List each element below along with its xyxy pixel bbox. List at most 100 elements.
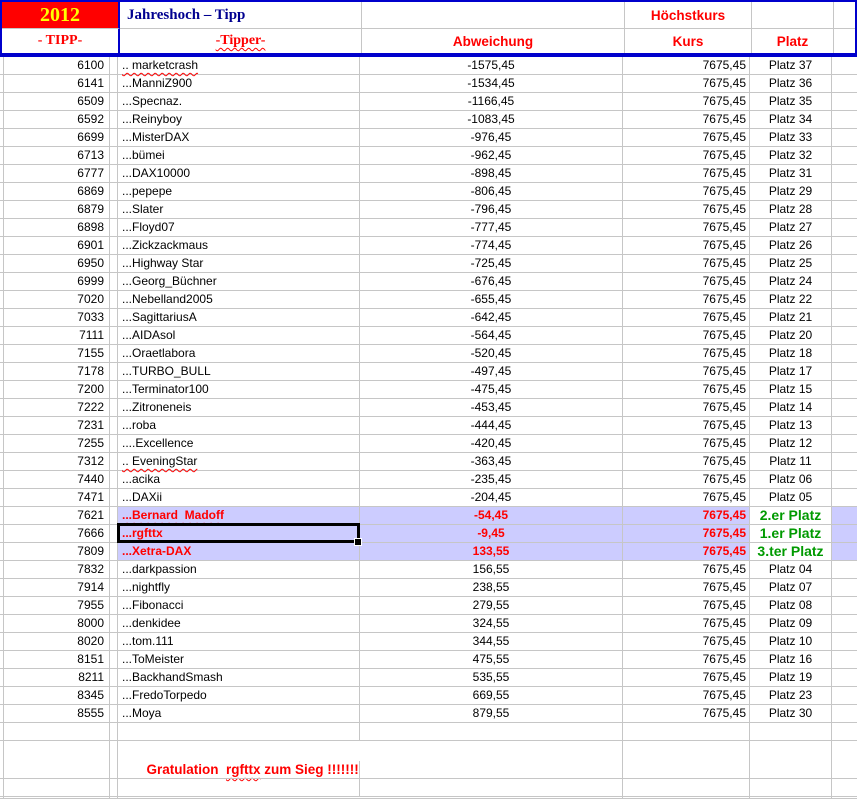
cell-tipper[interactable]: ...Terminator100 [118, 381, 360, 399]
cell-platz[interactable]: Platz 05 [750, 489, 832, 507]
cell-tipp[interactable]: 7312 [4, 453, 110, 471]
cell-abweichung[interactable]: 324,55 [360, 615, 623, 633]
cell-platz[interactable]: Platz 04 [750, 561, 832, 579]
cell-platz[interactable]: Platz 30 [750, 705, 832, 723]
year-cell[interactable]: 2012 [2, 2, 120, 29]
hoechstkurs-cell[interactable]: Höchstkurs [625, 2, 752, 29]
cell-tipp[interactable]: 7471 [4, 489, 110, 507]
cell-platz[interactable]: Platz 25 [750, 255, 832, 273]
cell-kurs[interactable]: 7675,45 [623, 561, 750, 579]
cell-tipper[interactable]: ...Fibonacci [118, 597, 360, 615]
cell-abweichung[interactable]: -1083,45 [360, 111, 623, 129]
cell-tipp[interactable]: 6509 [4, 93, 110, 111]
empty-cell[interactable] [623, 723, 750, 741]
cell-kurs[interactable]: 7675,45 [623, 237, 750, 255]
cell-platz[interactable]: Platz 06 [750, 471, 832, 489]
cell-platz[interactable]: Platz 11 [750, 453, 832, 471]
cell-abweichung[interactable]: -54,45 [360, 507, 623, 525]
cell-abweichung[interactable]: 279,55 [360, 597, 623, 615]
cell-kurs[interactable]: 7675,45 [623, 345, 750, 363]
cell-abweichung[interactable]: -976,45 [360, 129, 623, 147]
cell-tipper[interactable]: ...Zickzackmaus [118, 237, 360, 255]
cell-abweichung[interactable]: 669,55 [360, 687, 623, 705]
cell-abweichung[interactable]: -725,45 [360, 255, 623, 273]
cell-tipp[interactable]: 8345 [4, 687, 110, 705]
cell-tipper[interactable]: ...Floyd07 [118, 219, 360, 237]
empty-cell[interactable] [623, 761, 750, 779]
cell-tipper[interactable]: ...DAXii [118, 489, 360, 507]
header-empty-abw[interactable] [362, 2, 625, 29]
cell-kurs[interactable]: 7675,45 [623, 687, 750, 705]
cell-tipp[interactable]: 6999 [4, 273, 110, 291]
cell-tipper[interactable]: ...bümei [118, 147, 360, 165]
cell-platz[interactable]: Platz 13 [750, 417, 832, 435]
cell-tipp[interactable]: 7621 [4, 507, 110, 525]
cell-abweichung[interactable]: 238,55 [360, 579, 623, 597]
empty-cell[interactable] [4, 761, 110, 779]
cell-tipper[interactable]: ...ToMeister [118, 651, 360, 669]
cell-platz[interactable]: Platz 22 [750, 291, 832, 309]
cell-platz[interactable]: 2.er Platz [750, 507, 832, 525]
cell-tipper[interactable]: ...SagittariusA [118, 309, 360, 327]
cell-kurs[interactable]: 7675,45 [623, 57, 750, 75]
cell-kurs[interactable]: 7675,45 [623, 291, 750, 309]
empty-cell[interactable] [832, 761, 857, 779]
cell-kurs[interactable]: 7675,45 [623, 417, 750, 435]
empty-cell[interactable] [360, 779, 623, 797]
empty-cell[interactable] [360, 761, 623, 779]
cell-kurs[interactable]: 7675,45 [623, 129, 750, 147]
cell-kurs[interactable]: 7675,45 [623, 255, 750, 273]
cell-platz[interactable]: Platz 23 [750, 687, 832, 705]
cell-kurs[interactable]: 7675,45 [623, 435, 750, 453]
empty-cell[interactable] [118, 779, 360, 797]
cell-tipper[interactable]: ...ManniZ900 [118, 75, 360, 93]
cell-kurs[interactable]: 7675,45 [623, 201, 750, 219]
cell-platz[interactable]: Platz 28 [750, 201, 832, 219]
cell-abweichung[interactable]: 133,55 [360, 543, 623, 561]
cell-tipp[interactable]: 7914 [4, 579, 110, 597]
cell-tipp[interactable]: 6879 [4, 201, 110, 219]
empty-cell[interactable] [118, 761, 360, 779]
cell-kurs[interactable]: 7675,45 [623, 399, 750, 417]
cell-platz[interactable]: Platz 32 [750, 147, 832, 165]
cell-tipper[interactable]: ...roba [118, 417, 360, 435]
title-cell[interactable]: Jahreshoch – Tipp [120, 2, 362, 29]
cell-abweichung[interactable]: -204,45 [360, 489, 623, 507]
cell-tipp[interactable]: 7200 [4, 381, 110, 399]
col-header-platz[interactable]: Platz [752, 29, 834, 53]
cell-abweichung[interactable]: -520,45 [360, 345, 623, 363]
cell-abweichung[interactable]: -777,45 [360, 219, 623, 237]
empty-cell[interactable] [4, 723, 110, 741]
cell-abweichung[interactable]: -444,45 [360, 417, 623, 435]
cell-kurs[interactable]: 7675,45 [623, 183, 750, 201]
empty-cell[interactable] [750, 723, 832, 741]
cell-abweichung[interactable]: -453,45 [360, 399, 623, 417]
cell-kurs[interactable]: 7675,45 [623, 597, 750, 615]
cell-tipper[interactable]: ...acika [118, 471, 360, 489]
empty-cell[interactable] [118, 723, 360, 741]
cell-abweichung[interactable]: -420,45 [360, 435, 623, 453]
cell-tipper[interactable]: ...TURBO_BULL [118, 363, 360, 381]
cell-platz[interactable]: Platz 20 [750, 327, 832, 345]
cell-kurs[interactable]: 7675,45 [623, 147, 750, 165]
cell-tipper[interactable]: ...Bernard Madoff [118, 507, 360, 525]
cell-tipper[interactable]: ...tom.111 [118, 633, 360, 651]
cell-kurs[interactable]: 7675,45 [623, 309, 750, 327]
cell-platz[interactable]: Platz 29 [750, 183, 832, 201]
cell-platz[interactable]: 3.ter Platz [750, 543, 832, 561]
cell-tipper[interactable]: ...BackhandSmash [118, 669, 360, 687]
cell-platz[interactable]: Platz 36 [750, 75, 832, 93]
cell-platz[interactable]: Platz 34 [750, 111, 832, 129]
empty-cell[interactable] [4, 779, 110, 797]
cell-tipp[interactable]: 8555 [4, 705, 110, 723]
cell-abweichung[interactable]: -642,45 [360, 309, 623, 327]
cell-tipper[interactable]: ...FredoTorpedo [118, 687, 360, 705]
cell-abweichung[interactable]: 879,55 [360, 705, 623, 723]
header-empty-right2[interactable] [834, 29, 855, 53]
cell-platz[interactable]: Platz 15 [750, 381, 832, 399]
cell-kurs[interactable]: 7675,45 [623, 273, 750, 291]
cell-platz[interactable]: Platz 14 [750, 399, 832, 417]
col-header-abweichung[interactable]: Abweichung [362, 29, 625, 53]
cell-kurs[interactable]: 7675,45 [623, 363, 750, 381]
cell-kurs[interactable]: 7675,45 [623, 633, 750, 651]
